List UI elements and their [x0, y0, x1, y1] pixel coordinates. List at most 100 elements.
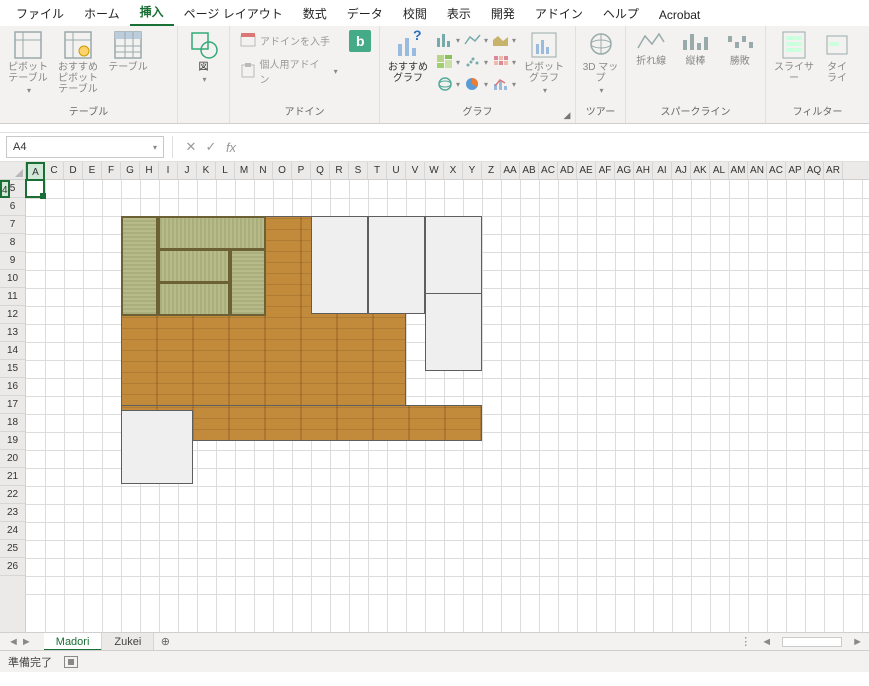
column-header[interactable]: AC	[539, 162, 558, 179]
worksheet-grid[interactable]: ABCDEFGHIJKLMNOPQRSTUVWXYZAAABACADAEAFAG…	[0, 162, 869, 650]
select-all-button[interactable]	[0, 162, 26, 180]
slicer-button[interactable]: スライサー	[772, 30, 816, 84]
sheet-tab[interactable]: Madori	[44, 633, 103, 651]
column-header[interactable]: Q	[311, 162, 330, 179]
column-header[interactable]: F	[102, 162, 121, 179]
fill-handle[interactable]	[40, 193, 46, 199]
column-chart-button[interactable]: ▾	[436, 30, 460, 50]
tatami-mat-mid1[interactable]	[158, 249, 230, 283]
sparkline-line-button[interactable]: 折れ線	[632, 30, 670, 67]
bing-maps-button[interactable]: b	[348, 30, 373, 52]
column-header[interactable]: AL	[710, 162, 729, 179]
row-header[interactable]: 7	[0, 216, 25, 234]
column-header[interactable]: X	[444, 162, 463, 179]
column-header[interactable]: L	[216, 162, 235, 179]
column-header[interactable]: AB	[520, 162, 539, 179]
column-header[interactable]: AG	[615, 162, 634, 179]
column-header[interactable]: R	[330, 162, 349, 179]
row-header[interactable]: 12	[0, 306, 25, 324]
illustrations-button[interactable]: 図 ▾	[184, 30, 223, 84]
column-header[interactable]: P	[292, 162, 311, 179]
row-header[interactable]: 25	[0, 540, 25, 558]
pivot-chart-button[interactable]: ピボットグラフ ▾	[522, 30, 566, 95]
room-box-top-b[interactable]	[368, 216, 425, 314]
column-header[interactable]: AJ	[672, 162, 691, 179]
row-header[interactable]: 13	[0, 324, 25, 342]
scroll-left-icon[interactable]: ◄	[761, 636, 772, 648]
column-header[interactable]: AQ	[805, 162, 824, 179]
column-header[interactable]: Y	[463, 162, 482, 179]
ribbon-tab-9[interactable]: アドイン	[525, 1, 593, 26]
ribbon-tab-2[interactable]: 挿入	[130, 0, 174, 26]
column-header[interactable]: AC	[767, 162, 786, 179]
room-box-top-a[interactable]	[311, 216, 368, 314]
sheet-nav-buttons[interactable]: ◄ ►	[8, 636, 32, 648]
ribbon-tab-10[interactable]: ヘルプ	[593, 1, 649, 26]
ribbon-tab-8[interactable]: 開発	[481, 1, 525, 26]
macro-record-icon[interactable]	[64, 656, 78, 668]
column-header[interactable]: W	[425, 162, 444, 179]
column-header[interactable]: AR	[824, 162, 843, 179]
get-addins-button[interactable]: アドインを入手	[236, 30, 342, 50]
map3d-button[interactable]: 3D マップ ▾	[582, 30, 619, 95]
column-header[interactable]: M	[235, 162, 254, 179]
column-header[interactable]: AM	[729, 162, 748, 179]
column-header[interactable]: AD	[558, 162, 577, 179]
room-box-lower-left[interactable]	[121, 410, 193, 484]
area-chart-button[interactable]: ▾	[492, 30, 516, 50]
my-addins-button[interactable]: 個人用アドイン ▾	[236, 54, 342, 88]
scatter-chart-button[interactable]: ▾	[464, 52, 488, 72]
row-header[interactable]: 16	[0, 378, 25, 396]
row-header[interactable]: 11	[0, 288, 25, 306]
line-chart-button[interactable]: ▾	[464, 30, 488, 50]
column-header[interactable]: AH	[634, 162, 653, 179]
horizontal-scrollbar[interactable]	[782, 637, 842, 647]
tab-options-icon[interactable]: ⋮	[740, 635, 751, 648]
ribbon-tab-1[interactable]: ホーム	[74, 1, 130, 26]
geo-chart-button[interactable]: ▾	[436, 74, 460, 94]
ribbon-tab-0[interactable]: ファイル	[6, 1, 74, 26]
row-header[interactable]: 22	[0, 486, 25, 504]
column-header[interactable]: AI	[653, 162, 672, 179]
column-header[interactable]: H	[140, 162, 159, 179]
ribbon-tab-6[interactable]: 校閲	[393, 1, 437, 26]
sparkline-column-button[interactable]: 縦棒	[676, 30, 714, 67]
column-header[interactable]: AN	[748, 162, 767, 179]
column-headers[interactable]: ABCDEFGHIJKLMNOPQRSTUVWXYZAAABACADAEAFAG…	[26, 162, 869, 180]
column-header[interactable]: AF	[596, 162, 615, 179]
row-header[interactable]: 8	[0, 234, 25, 252]
column-header[interactable]: I	[159, 162, 178, 179]
row-header[interactable]: 9	[0, 252, 25, 270]
column-header[interactable]: U	[387, 162, 406, 179]
recommended-charts-button[interactable]: ? おすすめ グラフ	[386, 30, 430, 84]
ribbon-tab-7[interactable]: 表示	[437, 1, 481, 26]
column-header[interactable]: V	[406, 162, 425, 179]
combo-chart-button[interactable]: ▾	[492, 74, 516, 94]
formula-input[interactable]	[241, 136, 863, 158]
ribbon-tab-11[interactable]: Acrobat	[649, 4, 710, 26]
column-header[interactable]: E	[83, 162, 102, 179]
accept-formula-button[interactable]: ✓	[201, 139, 221, 155]
cancel-formula-button[interactable]: ✕	[181, 139, 201, 155]
column-header[interactable]: C	[45, 162, 64, 179]
row-header[interactable]: 15	[0, 360, 25, 378]
add-sheet-button[interactable]: ⊕	[154, 635, 176, 648]
room-box-right-bottom[interactable]	[425, 293, 482, 371]
scroll-right-icon[interactable]: ►	[852, 636, 863, 648]
column-header[interactable]: O	[273, 162, 292, 179]
cells-area[interactable]	[26, 180, 869, 632]
column-header[interactable]: J	[178, 162, 197, 179]
row-header[interactable]: 19	[0, 432, 25, 450]
column-header[interactable]: D	[64, 162, 83, 179]
hierarchy-chart-button[interactable]: ▾	[436, 52, 460, 72]
tatami-mat-left[interactable]	[121, 216, 158, 316]
recommended-pivot-button[interactable]: おすすめ ピボットテーブル	[56, 30, 100, 95]
ribbon-tab-5[interactable]: データ	[337, 1, 393, 26]
insert-function-button[interactable]: fx	[221, 140, 241, 155]
column-header[interactable]: K	[197, 162, 216, 179]
row-header[interactable]: 14	[0, 342, 25, 360]
row-header[interactable]: 18	[0, 414, 25, 432]
row-header[interactable]: 24	[0, 522, 25, 540]
column-header[interactable]: Z	[482, 162, 501, 179]
column-header[interactable]: T	[368, 162, 387, 179]
